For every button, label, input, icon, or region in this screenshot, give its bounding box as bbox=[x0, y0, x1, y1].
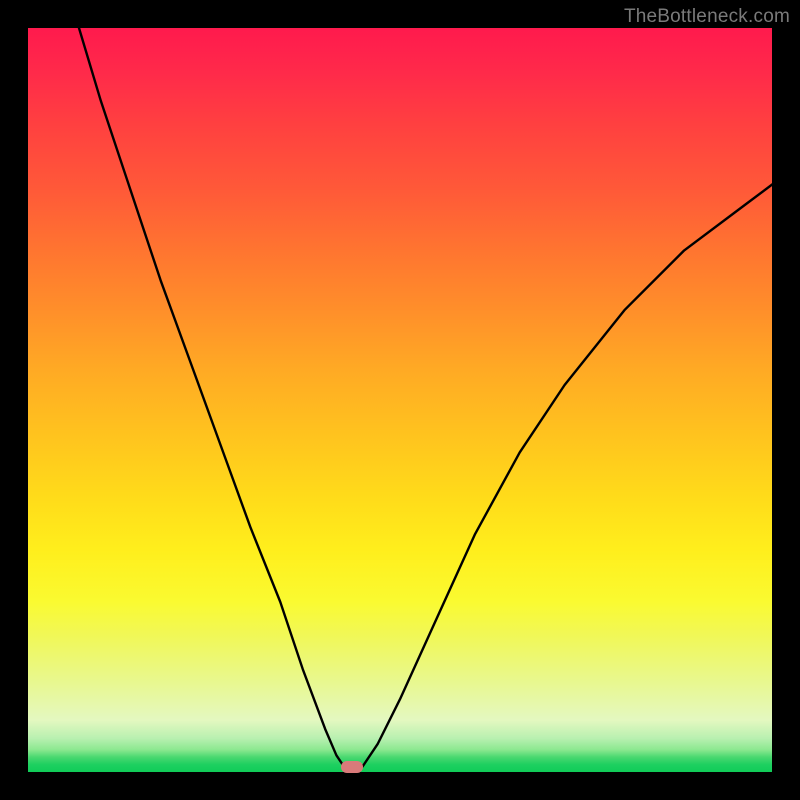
optimal-point-marker bbox=[341, 761, 363, 773]
chart-plot-area bbox=[26, 26, 774, 774]
watermark-text: TheBottleneck.com bbox=[624, 6, 790, 28]
